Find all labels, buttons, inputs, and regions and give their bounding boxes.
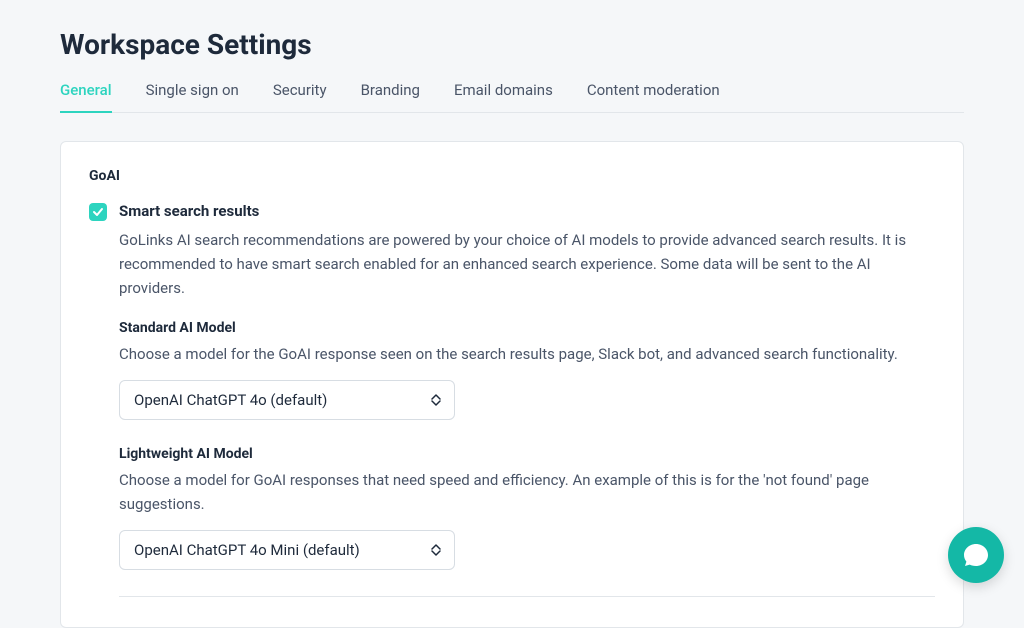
tab-general[interactable]: General [60, 81, 112, 113]
lightweight-model-select[interactable]: OpenAI ChatGPT 4o Mini (default) [119, 530, 455, 570]
tabs-nav: General Single sign on Security Branding… [60, 81, 964, 113]
tab-email-domains[interactable]: Email domains [454, 81, 553, 113]
tab-security[interactable]: Security [273, 81, 327, 113]
standard-model-description: Choose a model for the GoAI response see… [119, 342, 935, 366]
lightweight-model-label: Lightweight AI Model [119, 446, 935, 462]
tab-single-sign-on[interactable]: Single sign on [146, 81, 239, 113]
tab-branding[interactable]: Branding [361, 81, 420, 113]
smart-search-description: GoLinks AI search recommendations are po… [119, 228, 935, 300]
chat-icon [962, 541, 990, 569]
page-title: Workspace Settings [60, 28, 964, 61]
settings-card: GoAI Smart search results GoLinks AI sea… [60, 141, 964, 628]
smart-search-label: Smart search results [119, 202, 935, 220]
smart-search-checkbox[interactable] [89, 203, 107, 221]
section-heading-goai: GoAI [89, 168, 935, 184]
standard-model-label: Standard AI Model [119, 320, 935, 336]
chat-button[interactable] [948, 527, 1004, 583]
lightweight-model-description: Choose a model for GoAI responses that n… [119, 468, 935, 516]
tab-content-moderation[interactable]: Content moderation [587, 81, 720, 113]
check-icon [92, 206, 104, 218]
standard-model-select[interactable]: OpenAI ChatGPT 4o (default) [119, 380, 455, 420]
divider [119, 596, 935, 597]
